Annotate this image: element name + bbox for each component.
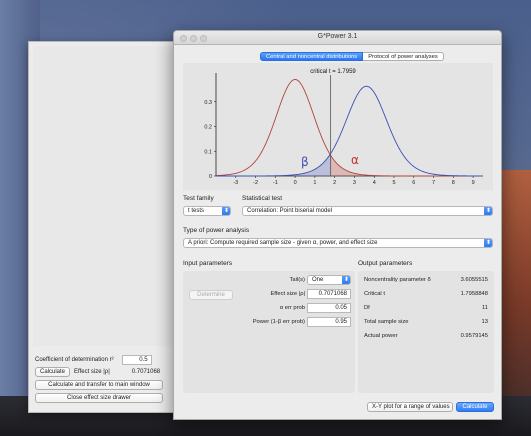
test-family-select[interactable]: t tests ⬍ [183,206,231,216]
calculate-button[interactable]: Calculate [456,402,494,412]
statistical-test-value: Correlation: Point biserial model [247,208,333,214]
drawer-calculate-button[interactable]: Calculate [35,367,71,377]
x-tick-label: -1 [273,180,278,186]
x-tick-label: 4 [373,180,376,186]
tab-protocol[interactable]: Protocol of power analyses [363,52,444,61]
effect-size-drawer: Coefficient of determination r² 0.5 Calc… [28,41,178,413]
beta-symbol: β [301,155,309,169]
tails-label: Tail(s) [289,277,305,283]
test-family-value: t tests [188,208,205,214]
total-sample-value: 13 [481,319,488,325]
xy-plot-button[interactable]: X-Y plot for a range of values [367,402,453,412]
input-panel: Determine Tail(s) One ⬍ Effect size |ρ| … [183,271,355,393]
chevron-updown-icon: ⬍ [484,239,492,247]
x-tick-label: -2 [253,180,258,186]
window-title: G*Power 3.1 [317,33,358,40]
y-tick-label: 0 [209,174,212,180]
title-bar: G*Power 3.1 [174,31,501,45]
alpha-label: α err prob [279,305,305,311]
distribution-plot: critical t = 1.7959 0.3 0.2 0.1 0 -3 -2 -1 0 1 2 3… [183,63,493,190]
test-family-label: Test family [183,195,214,202]
df-label: Df [364,305,370,311]
coef-label: Coefficient of determination r² [35,357,114,363]
power-analysis-select[interactable]: A priori: Compute required sample size -… [183,238,493,248]
critical-t-label: critical t = 1.7959 [310,69,356,75]
tails-value: One [312,277,324,283]
x-tick-label: 5 [392,180,395,186]
critical-t-output-value: 1.7958848 [460,291,488,297]
chevron-updown-icon: ⬍ [222,207,230,215]
alpha-input[interactable]: 0.05 [307,303,351,313]
x-tick-label: 3 [353,180,356,186]
output-panel: Noncentrality parameter δ 3.6055515 Crit… [358,271,494,393]
chevron-updown-icon: ⬍ [484,207,492,215]
coef-input[interactable]: 0.5 [121,355,152,365]
close-row: Close effect size drawer [35,393,163,403]
output-heading: Output parameters [358,260,413,267]
statistical-test-label: Statistical test [242,195,283,202]
distribution-plot-svg: critical t = 1.7959 0.3 0.2 0.1 0 -3 -2 -1 0 1 2 3… [204,69,483,186]
x-tick-label: 9 [472,180,475,186]
view-tabs: Central and noncentral distributions Pro… [260,52,444,61]
effect-size-input[interactable]: 0.7071068 [307,289,351,299]
gpower-window: G*Power 3.1 Central and noncentral distr… [173,30,502,420]
null-distribution-curve [215,79,483,177]
transfer-row: Calculate and transfer to main window [35,380,163,390]
drawer-effect-value: 0.7071068 [131,369,161,375]
beta-region [216,153,331,176]
critical-t-output-label: Critical t [364,291,385,297]
alpha-symbol: α [351,153,359,167]
x-tick-label: 2 [333,180,336,186]
total-sample-label: Total sample size [364,319,409,325]
coef-row: Coefficient of determination r² 0.5 [35,355,152,365]
y-tick-label: 0.1 [204,149,212,155]
determine-button[interactable]: Determine [189,290,233,300]
y-tick-label: 0.2 [204,125,212,131]
power-analysis-label: Type of power analysis [183,227,250,234]
df-value: 11 [481,305,488,311]
x-tick-label: -3 [233,180,238,186]
input-heading: Input parameters [183,260,233,267]
power-analysis-value: A priori: Compute required sample size -… [188,240,378,246]
actual-power-value: 0.9579145 [460,333,488,339]
x-tick-label: 1 [313,180,316,186]
effect-size-label: Effect size |ρ| [270,291,305,297]
drawer-effect-label: Effect size |ρ| [74,369,110,375]
plot-curves [215,75,483,177]
x-tick-label: 8 [452,180,455,186]
x-tick-label: 0 [294,180,297,186]
x-tick-label: 7 [432,180,435,186]
statistical-test-select[interactable]: Correlation: Point biserial model ⬍ [242,206,493,216]
noncentrality-label: Noncentrality parameter δ [364,277,431,283]
power-input[interactable]: 0.95 [307,317,351,327]
tab-distributions[interactable]: Central and noncentral distributions [260,52,364,61]
drawer-effect-row: Calculate Effect size |ρ| 0.7071068 [35,367,160,377]
x-tick-label: 6 [412,180,415,186]
tails-select[interactable]: One ⬍ [307,275,351,285]
close-drawer-button[interactable]: Close effect size drawer [35,393,163,403]
alternative-distribution-curve [216,85,483,177]
noncentrality-value: 3.6055515 [460,277,488,283]
y-tick-label: 0.3 [204,100,212,106]
power-label: Power (1-β err prob) [252,319,305,325]
actual-power-label: Actual power [364,333,398,339]
drawer-blank-area [33,46,175,346]
calculate-transfer-button[interactable]: Calculate and transfer to main window [35,380,163,390]
chevron-updown-icon: ⬍ [342,276,350,284]
